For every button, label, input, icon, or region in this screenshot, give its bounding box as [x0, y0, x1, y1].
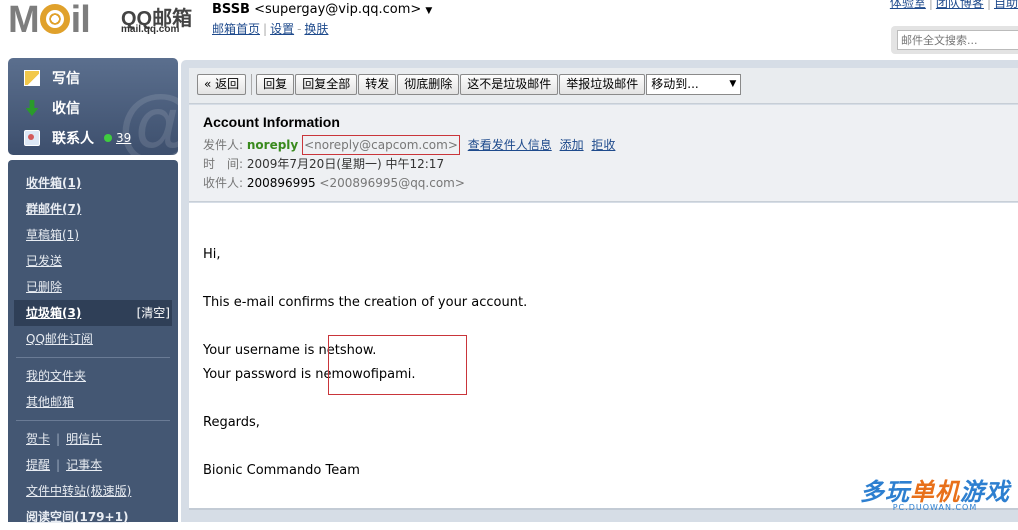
sidebar-item-file-transfer[interactable]: 文件中转站(极速版): [8, 478, 178, 504]
empty-spam-link[interactable]: [清空]: [137, 300, 170, 326]
search-input[interactable]: [897, 30, 1018, 50]
recipient-name: 200896995: [247, 176, 316, 190]
sidebar-item-deleted[interactable]: 已删除: [8, 274, 178, 300]
view-sender-info-link[interactable]: 查看发件人信息: [468, 138, 552, 152]
top-header: Mil QQ邮箱 mail.qq.com BSSB <supergay@vip.…: [0, 0, 1018, 56]
sidebar-item-greeting-cards[interactable]: 贺卡: [26, 432, 50, 446]
online-status-icon: [104, 134, 112, 142]
sidebar-divider: [16, 357, 170, 358]
message-header: Account Information 发件人: noreply <norepl…: [189, 105, 1018, 202]
sidebar-tools-row: 提醒|记事本: [8, 452, 178, 478]
forward-button[interactable]: 转发: [358, 74, 396, 95]
message-panel: « 返回回复回复全部转发彻底删除这不是垃圾邮件举报垃圾邮件移动到...▼ Acc…: [181, 60, 1018, 522]
account-name: BSSB: [212, 2, 250, 17]
top-right-links: 体验室|团队博客|自助: [890, 0, 1018, 11]
sidebar-divider: [16, 420, 170, 421]
reply-all-button[interactable]: 回复全部: [295, 74, 357, 95]
sidebar-item-spam[interactable]: 垃圾箱(3) [清空]: [14, 300, 172, 326]
logo-domain-text: mail.qq.com: [121, 24, 179, 35]
sidebar-item-subscriptions[interactable]: QQ邮件订阅: [8, 326, 178, 352]
qq-mail-logo[interactable]: Mil: [8, 0, 90, 40]
sidebar-item-sent[interactable]: 已发送: [8, 248, 178, 274]
sidebar-item-postcards[interactable]: 明信片: [66, 432, 102, 446]
download-arrow-icon: [24, 100, 40, 116]
from-row: 发件人: noreply <noreply@capcom.com> 查看发件人信…: [203, 136, 1018, 155]
credentials-highlight-box: [328, 335, 467, 395]
chevron-down-icon: ▼: [729, 75, 736, 94]
settings-link[interactable]: 设置: [270, 22, 294, 36]
not-spam-button[interactable]: 这不是垃圾邮件: [460, 74, 558, 95]
skin-link[interactable]: 换肤: [304, 22, 328, 36]
block-sender-link[interactable]: 拒收: [591, 138, 615, 152]
account-links: 邮箱首页|设置-换肤: [212, 20, 328, 37]
sidebar-item-spam-label: 垃圾箱(3): [26, 306, 81, 320]
body-line: This e-mail confirms the creation of you…: [203, 291, 1018, 315]
lab-link[interactable]: 体验室: [890, 0, 926, 10]
sidebar-item-other-mailboxes[interactable]: 其他邮箱: [8, 389, 178, 415]
body-regards: Regards,: [203, 411, 1018, 435]
duowan-watermark: 多玩单机游戏 PC.DUOWAN.COM: [860, 472, 1010, 512]
message-time: 2009年7月20日(星期一) 中午12:17: [247, 157, 444, 171]
reply-button[interactable]: 回复: [256, 74, 294, 95]
time-label: 时 间:: [203, 157, 243, 171]
move-to-select[interactable]: 移动到...▼: [646, 74, 741, 95]
credentials-block: Your username is netshow. Your password …: [203, 339, 1018, 387]
sidebar-tools-row: 贺卡|明信片: [8, 426, 178, 452]
time-row: 时 间: 2009年7月20日(星期一) 中午12:17: [203, 155, 1018, 174]
to-row: 收件人: 200896995 <200896995@qq.com>: [203, 174, 1018, 193]
back-button[interactable]: « 返回: [197, 74, 246, 95]
pencil-icon: [24, 70, 40, 86]
sidebar-item-inbox[interactable]: 收件箱(1): [8, 170, 178, 196]
sidebar-quick-actions: @ 写信 收信 联系人 39: [8, 58, 178, 155]
sidebar-item-notes[interactable]: 记事本: [66, 458, 102, 472]
account-info: BSSB <supergay@vip.qq.com> ▼: [212, 2, 432, 17]
toolbar-divider: [251, 74, 252, 95]
sender-name[interactable]: noreply: [247, 138, 298, 152]
compose-button[interactable]: 写信: [24, 67, 80, 89]
self-help-link[interactable]: 自助: [994, 0, 1018, 10]
message-body: Hi, This e-mail confirms the creation of…: [189, 203, 1018, 508]
report-spam-button[interactable]: 举报垃圾邮件: [559, 74, 645, 95]
recipient-address: <200896995@qq.com>: [319, 176, 465, 190]
account-dropdown-icon[interactable]: ▼: [425, 6, 432, 16]
sidebar-item-reminders[interactable]: 提醒: [26, 458, 50, 472]
contacts-button[interactable]: 联系人 39: [24, 127, 131, 149]
sidebar-item-reading-space[interactable]: 阅读空间(179+1): [8, 504, 178, 530]
logo-o-icon: [40, 4, 70, 34]
sidebar-item-my-folders[interactable]: 我的文件夹: [8, 363, 178, 389]
contact-card-icon: [24, 130, 40, 146]
account-email: <supergay@vip.qq.com>: [254, 2, 421, 17]
message-toolbar: « 返回回复回复全部转发彻底删除这不是垃圾邮件举报垃圾邮件移动到...▼: [189, 68, 1018, 104]
password-line: Your password is nemowofipami.: [203, 363, 1018, 387]
message-subject: Account Information: [203, 114, 1018, 130]
sidebar-item-drafts[interactable]: 草稿箱(1): [8, 222, 178, 248]
sidebar-folders: 收件箱(1) 群邮件(7) 草稿箱(1) 已发送 已删除 垃圾箱(3) [清空]…: [8, 160, 178, 522]
contacts-count[interactable]: 39: [116, 131, 131, 145]
sender-address: <noreply@capcom.com>: [302, 135, 460, 155]
from-label: 发件人:: [203, 138, 243, 152]
mailbox-home-link[interactable]: 邮箱首页: [212, 22, 260, 36]
search-area: [891, 26, 1018, 54]
sidebar-item-group-mail[interactable]: 群邮件(7): [8, 196, 178, 222]
team-blog-link[interactable]: 团队博客: [936, 0, 984, 10]
username-line: Your username is netshow.: [203, 339, 1018, 363]
delete-permanently-button[interactable]: 彻底删除: [397, 74, 459, 95]
body-greeting: Hi,: [203, 243, 1018, 267]
receive-button[interactable]: 收信: [24, 97, 80, 119]
add-contact-link[interactable]: 添加: [560, 138, 584, 152]
to-label: 收件人:: [203, 176, 243, 190]
